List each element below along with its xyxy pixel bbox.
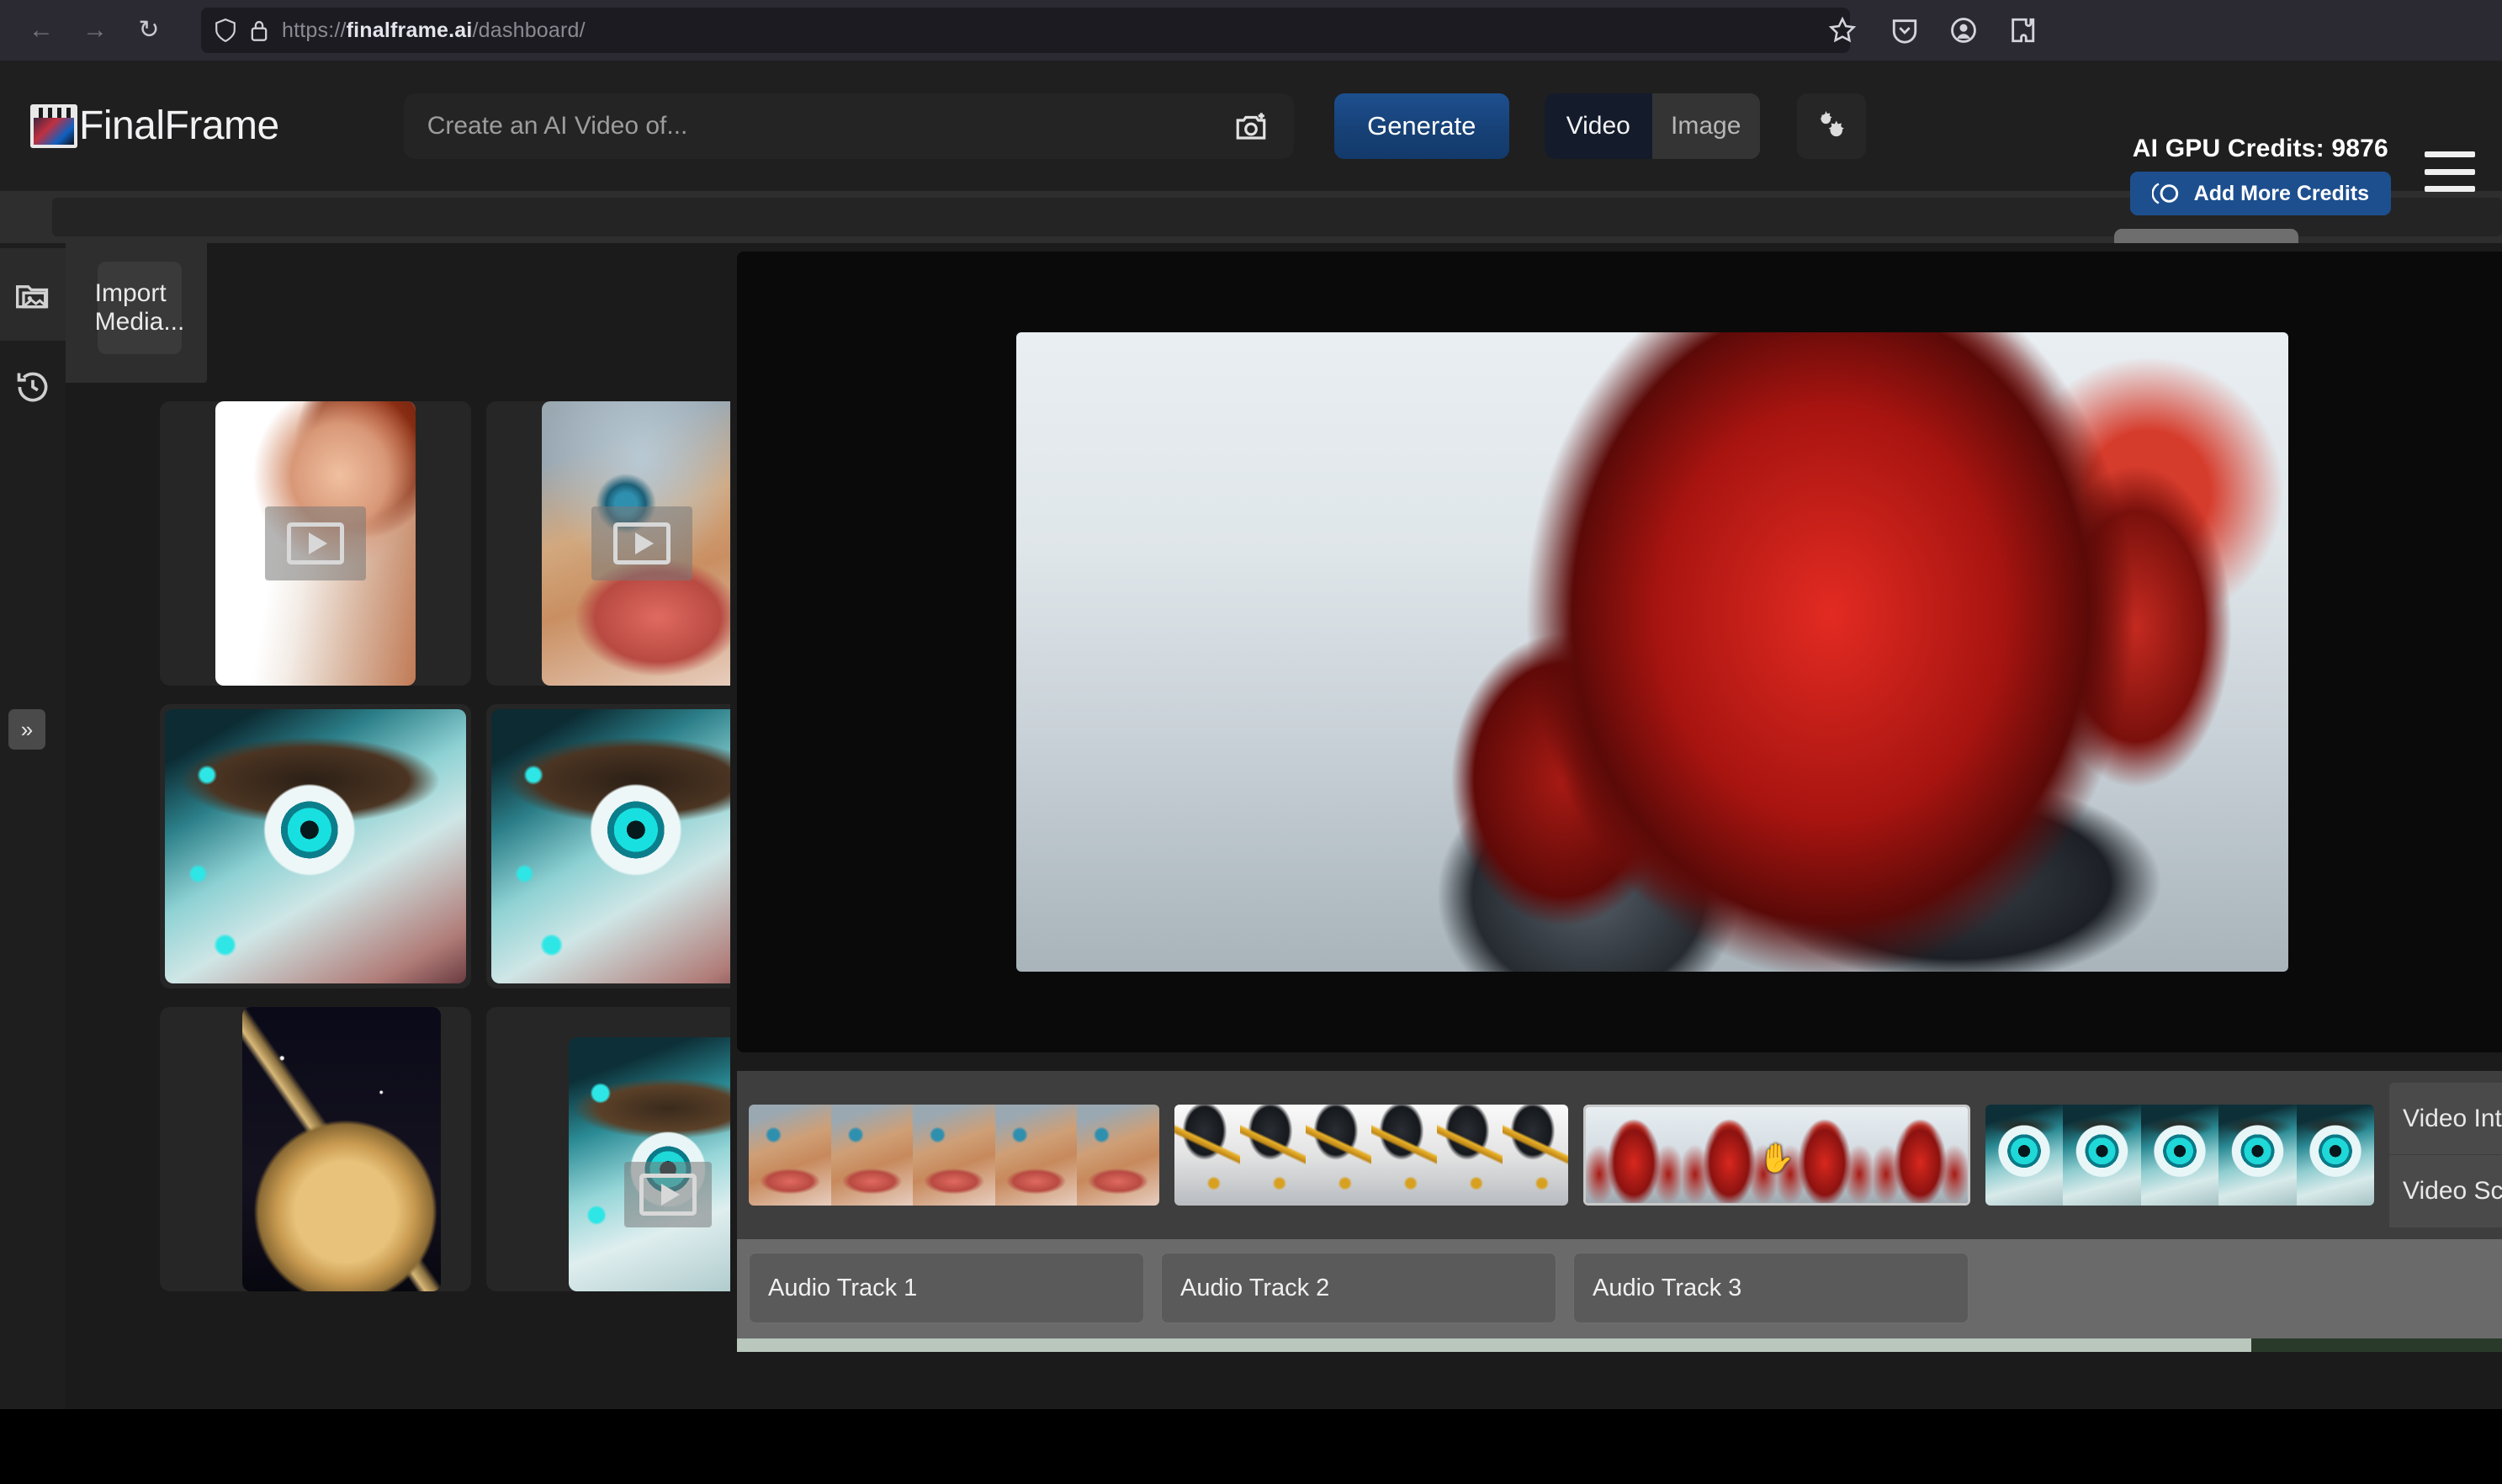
play-overlay-icon xyxy=(265,506,366,580)
credits-block: AI GPU Credits: 9876 Add More Credits xyxy=(2130,135,2391,215)
media-thumbnail-grid xyxy=(66,383,730,1291)
audio-clip[interactable]: Audio Track 1 xyxy=(749,1253,1144,1323)
brand-name: FinalFrame xyxy=(79,103,279,149)
import-media-button[interactable]: Import Media... xyxy=(98,262,182,354)
folder-image-icon xyxy=(14,276,51,313)
shield-icon[interactable] xyxy=(215,19,236,42)
tab-image[interactable]: Image xyxy=(1652,93,1760,159)
audio-clip[interactable]: Audio Track 3 xyxy=(1573,1253,1969,1323)
app-body: » Import Media... xyxy=(0,243,2502,1409)
prompt-input[interactable] xyxy=(427,112,1232,140)
sidebar-item-history[interactable] xyxy=(0,341,66,433)
padlock-icon[interactable] xyxy=(248,19,270,42)
timeline: ✋ Video Intro Video Scene 1 Audio Track … xyxy=(737,1071,2502,1352)
add-more-credits-label: Add More Credits xyxy=(2194,182,2369,206)
track-label-column: Video Intro Video Scene 1 xyxy=(2389,1083,2502,1227)
pocket-save-icon[interactable] xyxy=(1887,13,1922,48)
generate-button[interactable]: Generate xyxy=(1334,93,1509,159)
camera-plus-icon[interactable] xyxy=(1232,107,1270,146)
audio-clip[interactable]: Audio Track 2 xyxy=(1161,1253,1556,1323)
media-thumbnail[interactable] xyxy=(160,401,471,686)
track-label-video-scene-1[interactable]: Video Scene 1 xyxy=(2389,1155,2502,1227)
video-track-row: ✋ Video Intro Video Scene 1 xyxy=(737,1071,2502,1239)
media-thumbnail[interactable] xyxy=(160,1007,471,1291)
url-text: https://finalframe.ai/dashboard/ xyxy=(282,19,586,43)
track-label-video-intro[interactable]: Video Intro xyxy=(2389,1083,2502,1155)
credits-label: AI GPU Credits: 9876 xyxy=(2133,135,2388,163)
play-overlay-icon xyxy=(591,506,692,580)
prompt-field-wrapper[interactable] xyxy=(404,93,1294,159)
gears-icon[interactable] xyxy=(1797,93,1866,159)
play-overlay-icon xyxy=(624,1162,712,1227)
tab-video[interactable]: Video xyxy=(1545,93,1652,159)
import-panel: Import Media... xyxy=(66,243,207,383)
film-clapper-icon xyxy=(30,104,77,148)
app-header: FinalFrame Generate Video Image AI GPU C… xyxy=(0,61,2502,191)
forward-arrow-icon[interactable]: → xyxy=(72,8,118,53)
account-avatar-icon[interactable] xyxy=(1946,13,1981,48)
browser-right-icons xyxy=(1887,13,2040,48)
sidebar-item-media-library[interactable] xyxy=(0,248,66,341)
chevron-double-right-icon[interactable]: » xyxy=(8,709,45,750)
address-bar[interactable]: https://finalframe.ai/dashboard/ xyxy=(201,8,1850,53)
timeline-clip[interactable] xyxy=(749,1105,1159,1206)
extensions-puzzle-icon[interactable] xyxy=(2005,13,2040,48)
media-thumbnail[interactable] xyxy=(160,704,471,988)
history-clock-icon xyxy=(14,368,51,405)
mode-toggle: Video Image xyxy=(1545,93,1760,159)
browser-toolbar: ← → ↻ https://finalframe.ai/dashboard/ xyxy=(0,0,2502,61)
scrollbar-thumb[interactable] xyxy=(737,1338,2251,1352)
timeline-clip[interactable] xyxy=(1985,1105,2374,1206)
timeline-horizontal-scrollbar[interactable] xyxy=(737,1338,2502,1352)
brand[interactable]: FinalFrame xyxy=(30,103,279,149)
timeline-clip-selected[interactable]: ✋ xyxy=(1583,1105,1970,1206)
reload-icon[interactable]: ↻ xyxy=(126,8,172,53)
main-panel: ‹ ✋ Video Intro Video Scene xyxy=(730,243,2502,1409)
video-preview-panel[interactable]: ‹ xyxy=(737,252,2502,1052)
timeline-clip[interactable] xyxy=(1174,1105,1568,1206)
back-arrow-icon[interactable]: ← xyxy=(19,8,64,53)
star-icon[interactable] xyxy=(1821,9,1863,51)
media-library-panel: Import Media... xyxy=(66,243,730,1409)
hamburger-menu-icon[interactable] xyxy=(2425,151,2475,192)
audio-track-row: Audio Track 1 Audio Track 2 Audio Track … xyxy=(737,1239,2502,1338)
coin-icon xyxy=(2152,181,2181,206)
add-more-credits-button[interactable]: Add More Credits xyxy=(2130,172,2391,215)
sidebar-rail: » xyxy=(0,243,66,1409)
video-preview-frame[interactable] xyxy=(1016,332,2288,972)
